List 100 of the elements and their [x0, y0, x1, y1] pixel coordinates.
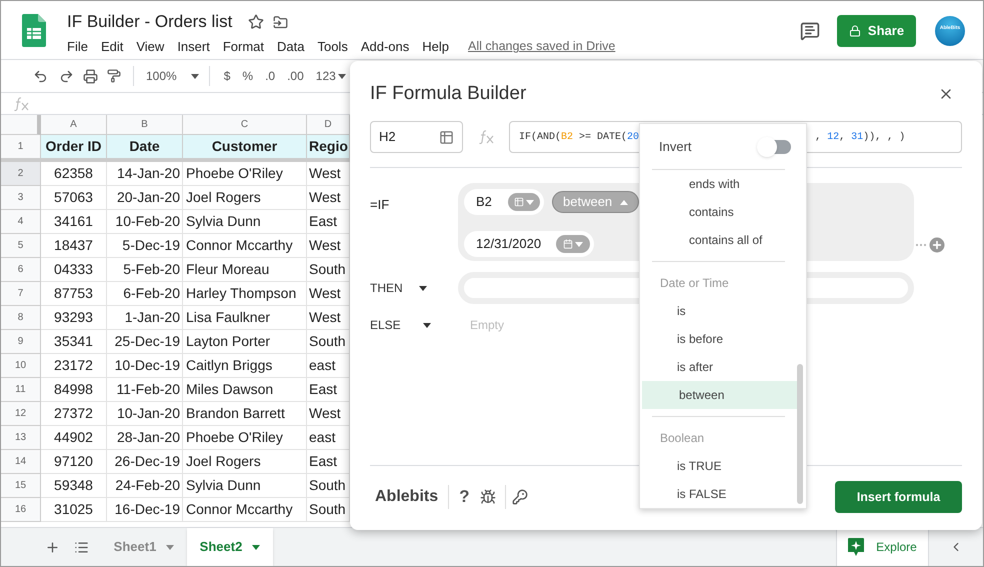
menu-item[interactable]: View	[136, 37, 164, 56]
format-button[interactable]: $	[224, 67, 230, 85]
table-cell: Connor Mccarthy	[183, 498, 307, 522]
insert-formula-button[interactable]: Insert formula	[835, 481, 962, 513]
zoom-dropdown[interactable]: 100%	[146, 67, 199, 85]
menu-option[interactable]: between	[642, 381, 797, 409]
comments-icon[interactable]	[800, 21, 820, 41]
cell-picker-chip[interactable]	[508, 193, 540, 211]
row-header[interactable]: 3	[1, 186, 41, 210]
document-title[interactable]: IF Builder - Orders list	[67, 9, 232, 35]
menu-option[interactable]: is before	[640, 325, 797, 353]
table-cell: 35341	[41, 330, 107, 354]
menu-option[interactable]: contains	[652, 198, 785, 226]
row-header[interactable]: 8	[1, 306, 41, 330]
then-dropdown[interactable]: THEN	[370, 279, 458, 297]
table-cell: 18437	[41, 234, 107, 258]
table-cell: 97120	[41, 450, 107, 474]
row-header[interactable]: 12	[1, 402, 41, 426]
format-button[interactable]: .00	[287, 67, 304, 85]
undo-icon[interactable]	[33, 68, 48, 84]
table-cell: 20-Jan-20	[107, 186, 183, 210]
caret-icon	[338, 74, 346, 78]
menu-item[interactable]: File	[67, 37, 88, 56]
bug-icon[interactable]	[480, 489, 496, 505]
header-cell: Order ID	[41, 135, 107, 159]
row-header[interactable]: 4	[1, 210, 41, 234]
table-cell: Harley Thompson	[183, 282, 307, 306]
key-info-icon[interactable]	[512, 489, 528, 505]
if-label: =IF	[370, 196, 390, 214]
else-dropdown[interactable]: ELSE	[370, 316, 458, 334]
row-header[interactable]: 15	[1, 474, 41, 498]
menu-option[interactable]: is TRUE	[640, 452, 797, 480]
caret-icon	[166, 544, 174, 550]
grid-icon[interactable]	[439, 130, 454, 144]
help-icon[interactable]: ?	[459, 484, 470, 510]
date-field[interactable]: 12/31/2020	[464, 231, 594, 257]
table-cell: 28-Jan-20	[107, 426, 183, 450]
else-field[interactable]: Empty	[470, 316, 610, 334]
scrollbar-thumb[interactable]	[797, 364, 803, 504]
menu-option[interactable]: is	[640, 297, 797, 325]
menu-item[interactable]: Data	[277, 37, 304, 56]
dialog-title: IF Formula Builder	[370, 82, 526, 106]
paint-format-icon[interactable]	[107, 69, 121, 83]
row-header[interactable]: 13	[1, 426, 41, 450]
add-condition-icon[interactable]	[927, 235, 947, 255]
menu-item[interactable]: Edit	[100, 37, 124, 56]
table-cell: 31025	[41, 498, 107, 522]
saved-status-link[interactable]: All changes saved in Drive	[468, 37, 616, 56]
row-header[interactable]: 7	[1, 282, 41, 306]
menu-item[interactable]: Format	[222, 37, 264, 56]
menu-option[interactable]: is FALSE	[640, 480, 797, 508]
cell-field[interactable]: B2	[464, 189, 544, 215]
menu-option[interactable]: ends with	[652, 170, 785, 198]
format-button[interactable]: 123	[316, 67, 346, 85]
table-cell: 5-Feb-20	[107, 258, 183, 282]
row-header[interactable]: 1	[1, 135, 41, 159]
move-folder-icon[interactable]	[273, 14, 288, 30]
share-button[interactable]: Share	[837, 15, 916, 47]
row-header[interactable]: 6	[1, 258, 41, 282]
star-icon[interactable]	[248, 14, 264, 30]
menu-option[interactable]: contains all of	[652, 226, 785, 254]
table-cell: 16-Dec-19	[107, 498, 183, 522]
all-sheets-icon[interactable]	[74, 540, 89, 554]
table-cell: 34161	[41, 210, 107, 234]
menu-item[interactable]: Insert	[177, 37, 210, 56]
row-header[interactable]: 9	[1, 330, 41, 354]
table-cell: 57063	[41, 186, 107, 210]
row-header[interactable]: 14	[1, 450, 41, 474]
explore-button[interactable]: Explore	[836, 528, 929, 566]
redo-icon[interactable]	[59, 68, 74, 84]
row-header[interactable]: 10	[1, 354, 41, 378]
calendar-icon	[563, 239, 573, 249]
header-cell: Regio	[307, 135, 350, 159]
menu-group-header: Date or Time	[659, 275, 730, 292]
menu-item[interactable]: Help	[422, 37, 449, 56]
print-icon[interactable]	[83, 68, 98, 84]
format-button[interactable]: .0	[265, 67, 276, 85]
caret-icon	[422, 322, 431, 328]
table-cell: Joel Rogers	[183, 450, 307, 474]
sheet-tab[interactable]: Sheet2	[187, 528, 273, 566]
row-header[interactable]: 16	[1, 498, 41, 522]
menu-item[interactable]: Tools	[317, 37, 348, 56]
row-header[interactable]: 5	[1, 234, 41, 258]
menu-item[interactable]: Add-ons	[360, 37, 410, 56]
table-cell: 24-Feb-20	[107, 474, 183, 498]
spreadsheet-logo-icon[interactable]	[22, 14, 46, 47]
caret-icon	[620, 200, 628, 204]
cell-reference-field[interactable]: H2	[370, 121, 463, 153]
row-header[interactable]: 2	[1, 162, 41, 186]
add-sheet-icon[interactable]	[45, 540, 60, 554]
menu-option[interactable]: is after	[640, 353, 797, 381]
header-cell: Customer	[183, 135, 307, 159]
lock-icon	[848, 25, 861, 37]
table-cell: 26-Dec-19	[107, 450, 183, 474]
table-cell: Sylvia Dunn	[183, 210, 307, 234]
table-cell: 23172	[41, 354, 107, 378]
row-header[interactable]: 11	[1, 378, 41, 402]
table-cell: Miles Dawson	[183, 378, 307, 402]
invert-toggle[interactable]	[759, 140, 791, 154]
format-button[interactable]: %	[242, 67, 254, 85]
